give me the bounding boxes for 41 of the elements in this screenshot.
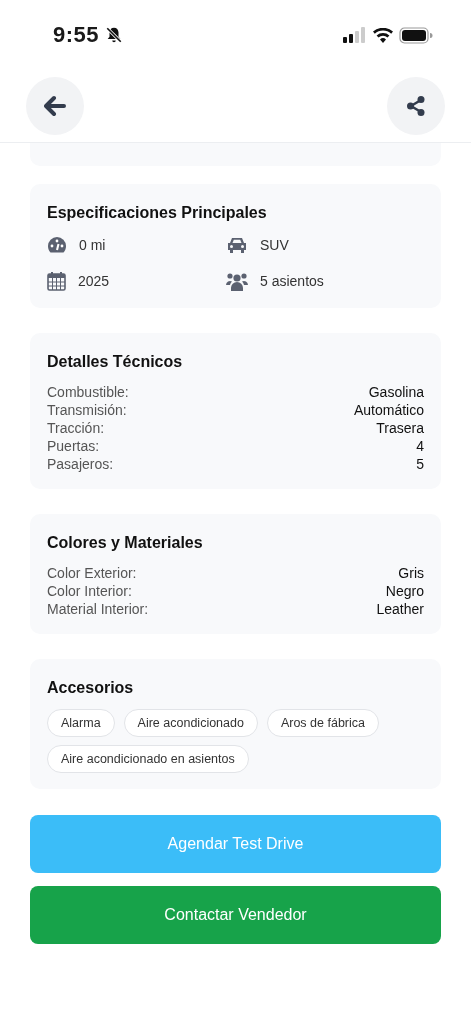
spec-value: 2025 (78, 273, 110, 289)
accessory-tag: Aros de fábrica (266, 709, 379, 737)
accessory-tag: Alarma (47, 709, 115, 737)
spec-value: 0 mi (79, 237, 106, 253)
section-title: Especificaciones Principales (47, 204, 268, 222)
detail-label: Combustible: (47, 383, 129, 401)
back-arrow-icon (44, 95, 66, 117)
accessory-tag: Aire acondicionado en asientos (47, 745, 249, 773)
section-title: Colores y Materiales (47, 534, 204, 552)
detail-label: Color Interior: (47, 582, 132, 600)
detail-value: Leather (376, 600, 424, 618)
schedule-button[interactable]: Agendar Test Drive (30, 815, 441, 873)
section-title: Detalles Técnicos (47, 353, 184, 371)
detail-label: Tracción: (47, 419, 105, 437)
detail-label: Puertas: (47, 437, 100, 455)
spec-value: SUV (260, 237, 289, 253)
speedometer-icon (47, 236, 67, 254)
detail-value: Negro (385, 582, 424, 600)
detail-value: Gasolina (368, 383, 424, 401)
accessory-tag: Aire acondicionado (123, 709, 258, 737)
car-icon (226, 236, 248, 254)
detail-label: Transmisión: (47, 401, 127, 419)
people-icon (226, 271, 248, 291)
status-time: 9:55 (53, 22, 100, 48)
detail-label: Material Interior: (47, 600, 149, 618)
section-title: Accesorios (47, 679, 135, 697)
detail-label: Color Exterior: (47, 564, 137, 582)
battery-icon (399, 26, 433, 44)
bell-muted-icon (105, 26, 124, 44)
spec-value: 5 asientos (260, 273, 324, 289)
share-icon (405, 95, 427, 117)
signal-icon (343, 27, 367, 43)
wifi-icon (373, 27, 393, 43)
contact-button[interactable]: Contactar Vendedor (30, 886, 441, 944)
detail-value: 5 (416, 455, 424, 473)
detail-value: Automático (353, 401, 424, 419)
detail-label: Pasajeros: (47, 455, 114, 473)
detail-value: Trasera (376, 419, 424, 437)
detail-value: Gris (398, 564, 424, 582)
detail-value: 4 (416, 437, 424, 455)
calendar-icon (47, 271, 66, 291)
